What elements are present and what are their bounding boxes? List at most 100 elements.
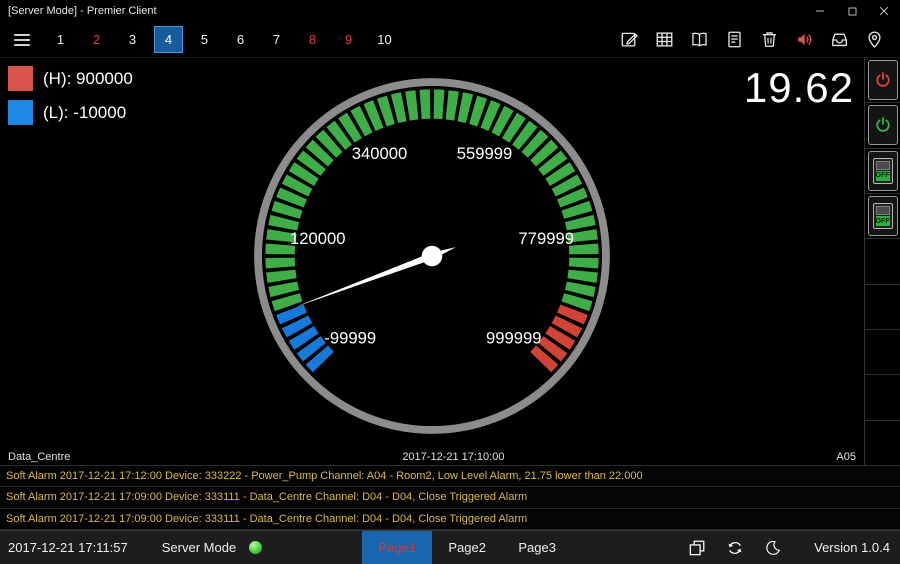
screen-tab-8[interactable]: 8 (298, 26, 327, 53)
archive-icon (829, 29, 850, 50)
legend-high-row: (H): 900000 (8, 66, 133, 91)
screen-tab-6[interactable]: 6 (226, 26, 255, 53)
toggle-state-label: OFF (876, 216, 890, 226)
night-mode-button[interactable] (754, 533, 792, 563)
location-icon (864, 29, 885, 50)
gauge-scale-label: 999999 (486, 329, 542, 348)
power-on-icon (873, 115, 893, 135)
sidebar-empty-cell (865, 239, 900, 284)
sidebar-empty-cell (865, 421, 900, 465)
page-tab-page3[interactable]: Page3 (502, 531, 572, 564)
sidebar-cell: OFF (865, 149, 900, 194)
toolbar: 123456789 10 (0, 22, 900, 58)
low-alarm-label: (L): -10000 (43, 103, 126, 123)
edit-button[interactable] (612, 25, 647, 55)
alarm-row[interactable]: Soft Alarm 2017-12-21 17:12:00 Device: 3… (0, 466, 900, 487)
premier-client-window: [Server Mode] - Premier Client 123456789… (0, 0, 900, 563)
maximize-button[interactable] (836, 0, 868, 22)
log-book-icon (689, 29, 710, 50)
channel-code: A05 (836, 451, 864, 463)
menu-icon (11, 29, 33, 51)
screen-tab-10[interactable]: 10 (370, 26, 399, 53)
gauge-scale-label: 340000 (352, 144, 408, 163)
version-label: Version 1.0.4 (814, 540, 890, 555)
alarm-row[interactable]: Soft Alarm 2017-12-21 17:09:00 Device: 3… (0, 487, 900, 508)
screen-tabs: 123456789 10 (46, 26, 406, 53)
page-tab-page2[interactable]: Page2 (432, 531, 502, 564)
sync-button[interactable] (716, 533, 754, 563)
report-icon (724, 29, 745, 50)
server-mode-label: Server Mode (162, 540, 236, 555)
minimize-button[interactable] (804, 0, 836, 22)
screen-tab-1[interactable]: 1 (46, 26, 75, 53)
sidebar-empty-cell (865, 285, 900, 330)
gauge-hub (422, 246, 443, 267)
power-off-button[interactable] (868, 60, 898, 100)
switch-2-button[interactable]: OFF (868, 196, 898, 236)
screen-tab-9[interactable]: 9 (334, 26, 363, 53)
delete-button[interactable] (752, 25, 787, 55)
sync-icon (725, 538, 745, 558)
archive-button[interactable] (822, 25, 857, 55)
screen-tab-3[interactable]: 3 (118, 26, 147, 53)
grid-view-button[interactable] (647, 25, 682, 55)
switch-1-button[interactable]: OFF (868, 151, 898, 191)
report-button[interactable] (717, 25, 752, 55)
power-off-icon (873, 70, 893, 90)
screen-tab-7[interactable]: 7 (262, 26, 291, 53)
toggle-off-icon: OFF (873, 158, 893, 184)
toggle-state-label: OFF (876, 171, 890, 181)
legend-low-row: (L): -10000 (8, 100, 133, 125)
device-name: Data_Centre (0, 451, 70, 463)
main-area: (H): 900000 (L): -10000 19.62 -99999 1200… (0, 58, 900, 466)
gauge-scale-label: 779999 (518, 229, 574, 248)
log-book-button[interactable] (682, 25, 717, 55)
grid-view-icon (654, 29, 675, 50)
status-datetime: 2017-12-21 17:11:57 (0, 540, 128, 555)
current-value: 19.62 (744, 64, 854, 112)
page-tab-page1[interactable]: Page1 (362, 531, 432, 564)
window-controls (804, 0, 900, 22)
connection-status-dot (249, 541, 262, 554)
alarm-row[interactable]: Soft Alarm 2017-12-21 17:09:00 Device: 3… (0, 509, 900, 530)
screen-tab-2[interactable]: 2 (82, 26, 111, 53)
window-title: [Server Mode] - Premier Client (0, 5, 804, 17)
title-bar: [Server Mode] - Premier Client (0, 0, 900, 22)
minimize-icon (813, 4, 827, 18)
gauge: -99999 120000 340000 559999 779999 999999 (236, 60, 628, 452)
alarm-sound-icon (794, 29, 815, 50)
gauge-scale-label: 120000 (290, 229, 346, 248)
page-tabs: Page1Page2Page3 (362, 531, 572, 564)
low-alarm-swatch (8, 100, 33, 125)
screen-tab-5[interactable]: 5 (190, 26, 219, 53)
pages-layout-icon (687, 538, 707, 558)
high-alarm-swatch (8, 66, 33, 91)
gauge-scale-label: 559999 (457, 144, 513, 163)
high-alarm-label: (H): 900000 (43, 69, 133, 89)
sidebar-cell (865, 103, 900, 148)
chart-timestamp: 2017-12-21 17:10:00 (70, 451, 836, 463)
control-sidebar: OFF OFF (864, 58, 900, 465)
alarm-list: Soft Alarm 2017-12-21 17:12:00 Device: 3… (0, 466, 900, 530)
location-button[interactable] (857, 25, 892, 55)
maximize-icon (846, 5, 859, 18)
delete-icon (759, 29, 780, 50)
screen-tab-4[interactable]: 4 (154, 26, 183, 53)
night-mode-icon (764, 539, 782, 557)
toggle-plate (876, 161, 890, 170)
toggle-plate (876, 206, 890, 215)
pages-layout-button[interactable] (678, 533, 716, 563)
sidebar-empty-cell (865, 330, 900, 375)
gauge-scale-label: -99999 (324, 329, 376, 348)
close-button[interactable] (868, 0, 900, 22)
close-icon (877, 4, 891, 18)
chart-footer: Data_Centre 2017-12-21 17:10:00 A05 (0, 449, 864, 465)
toggle-off-icon: OFF (873, 203, 893, 229)
status-icons (678, 533, 792, 563)
alarm-sound-button[interactable] (787, 25, 822, 55)
sidebar-cell (865, 58, 900, 103)
power-on-button[interactable] (868, 105, 898, 145)
toolbar-icons (612, 25, 892, 55)
menu-button[interactable] (8, 26, 36, 54)
status-bar: 2017-12-21 17:11:57 Server Mode Page1Pag… (0, 530, 900, 564)
